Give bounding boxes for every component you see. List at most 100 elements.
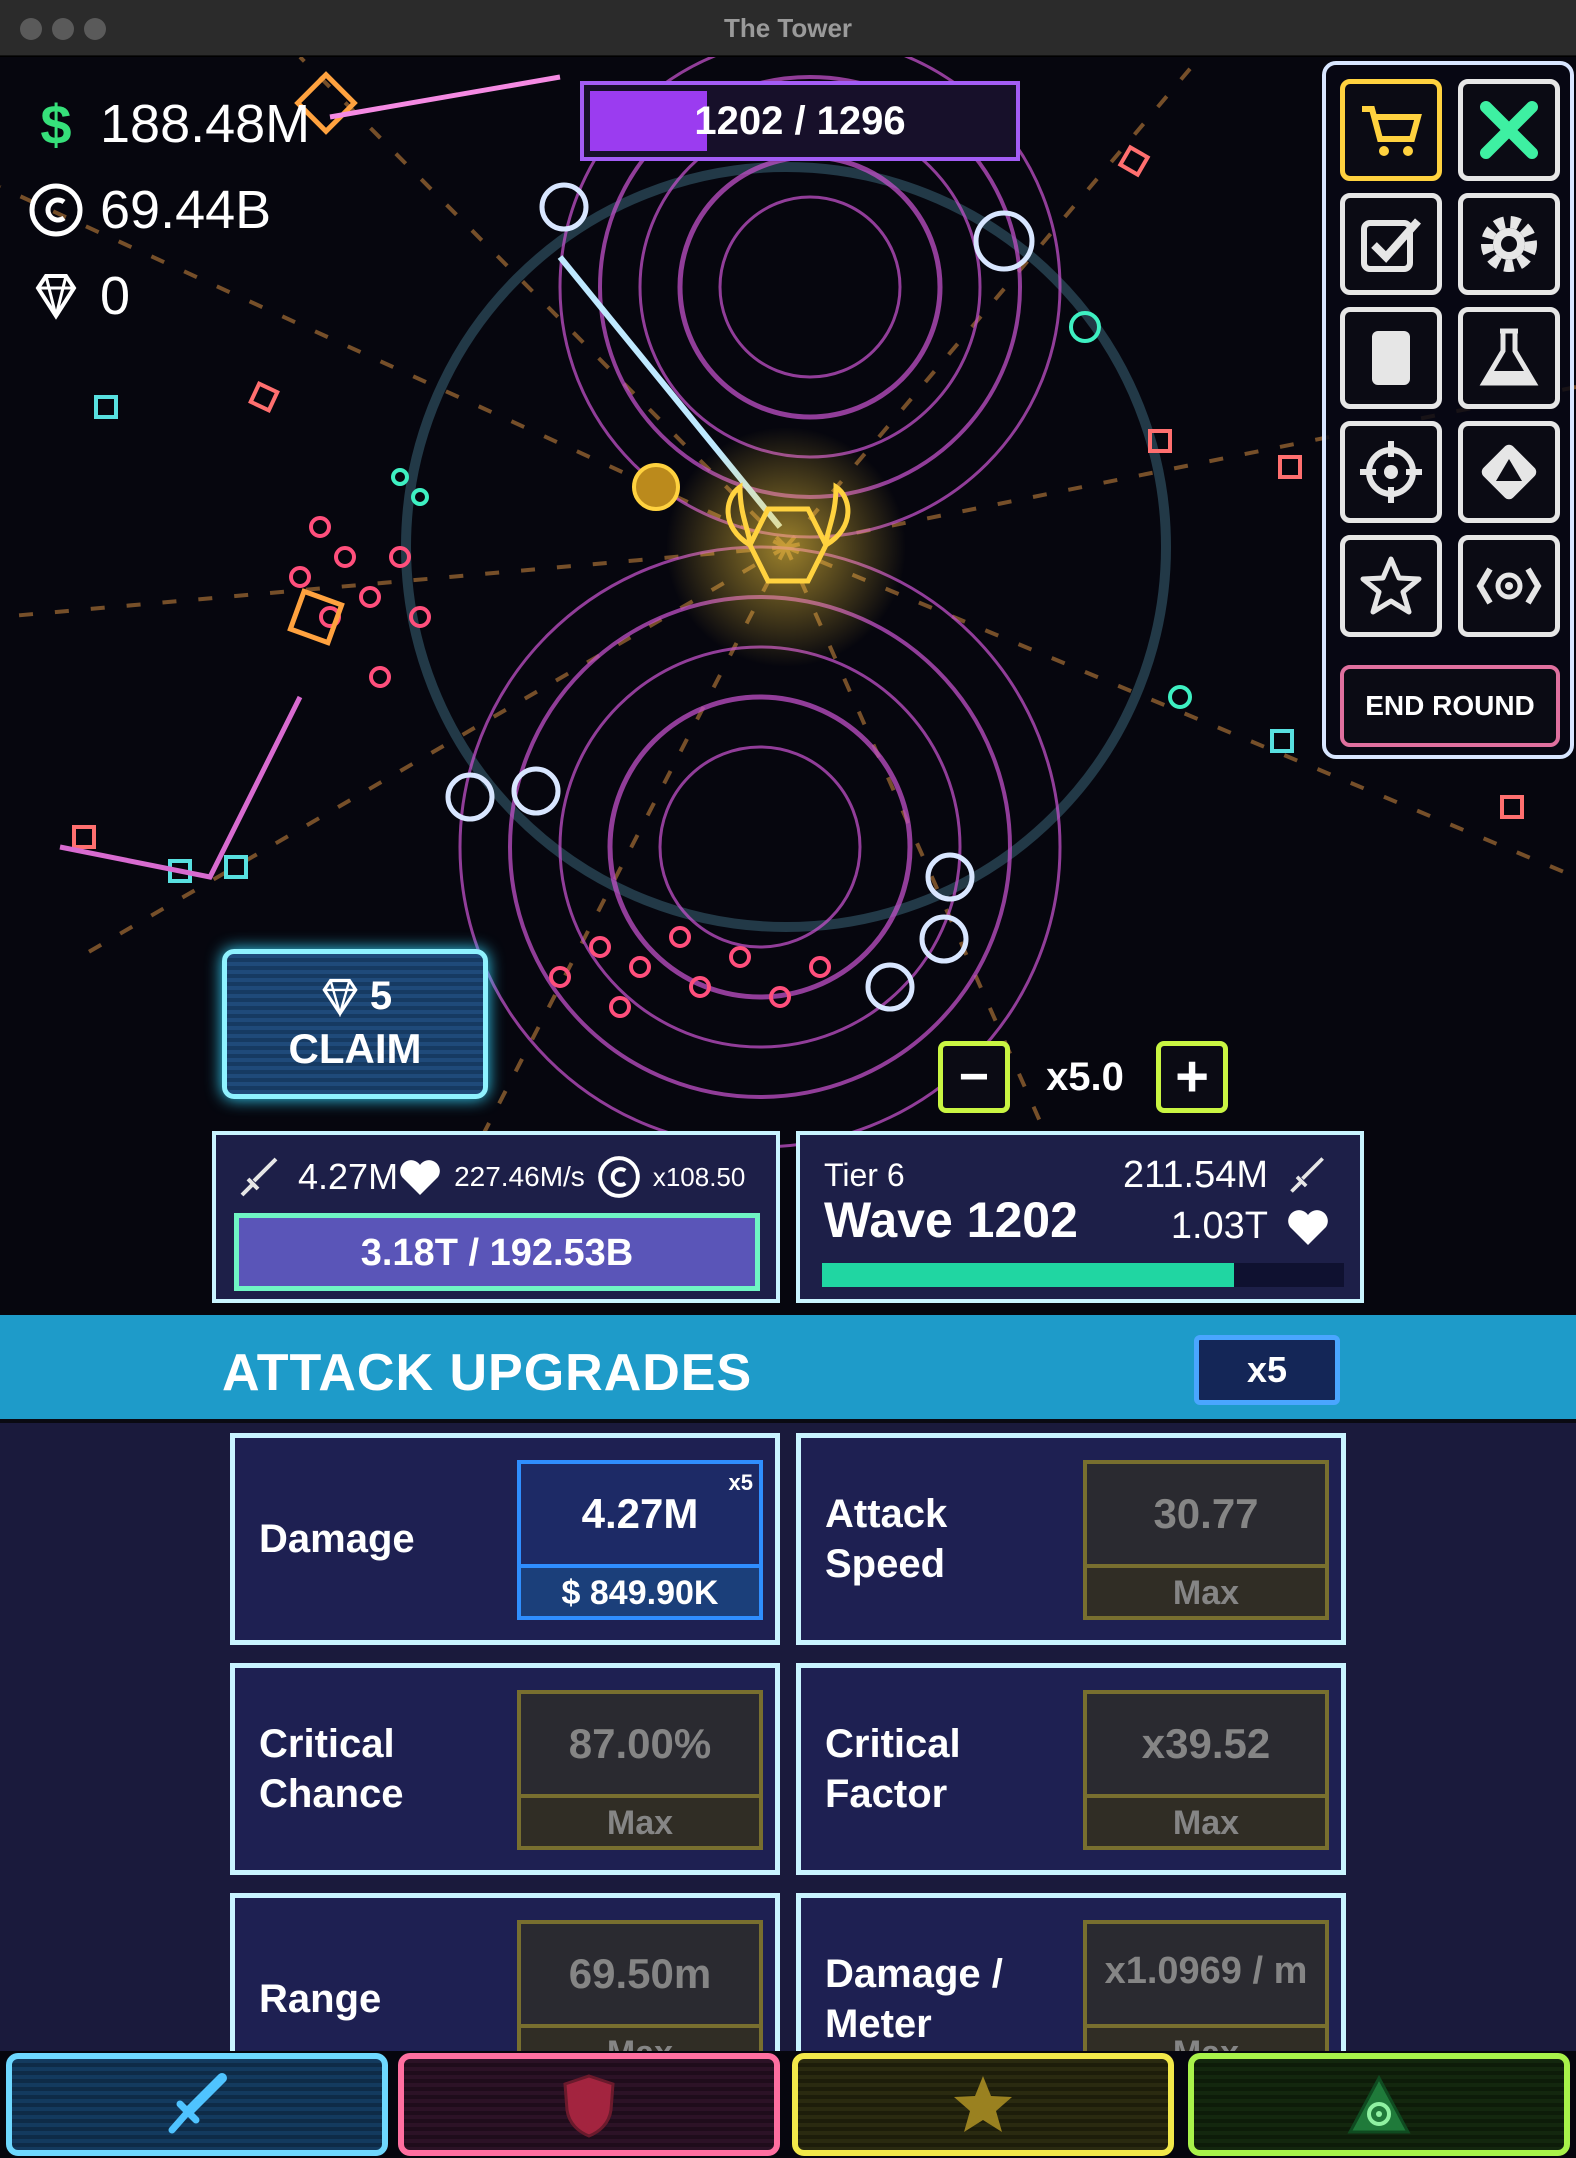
coin-bonus: x108.50 [652,1161,746,1192]
shop-cart-icon [1362,106,1422,156]
ultimate-weapons-button[interactable] [1458,535,1560,637]
tower-health-bar: 3.18T / 192.53B [234,1213,760,1291]
close-icon [1480,101,1538,159]
buy-multiplier-button[interactable]: x5 [1194,1335,1340,1405]
upgrade-cost: Max [1087,1794,1325,1846]
enemy-damage-value: 211.54M [1122,1153,1268,1196]
minus-icon: − [958,1048,990,1106]
close-game-button[interactable] [1458,79,1560,181]
game-field[interactable]: $ 188.48M 69.44B 0 1202 / 1296 END ROUND… [0,57,1576,1315]
dollar-icon: $ [40,92,72,156]
sword-icon [168,2072,227,2133]
modules-button[interactable] [1458,421,1560,523]
upgrade-card-attack-speed: Attack Speed 30.77 Max [796,1433,1346,1645]
gems-value: 0 [100,266,131,326]
coins-display: 69.44B [28,179,271,241]
sword-icon [240,1157,278,1197]
module-diamond-icon [1481,444,1537,500]
heart-icon [400,1160,440,1195]
upgrade-value: x39.52 [1141,1720,1271,1767]
upgrade-name: Damage / Meter [825,1952,1003,2046]
claim-label: CLAIM [288,1025,422,1072]
upgrade-buy-button[interactable]: 87.00% Max [517,1690,763,1850]
upgrade-buy-button[interactable]: 30.77 Max [1083,1460,1329,1620]
tier-label: Tier 6 [824,1157,905,1193]
speed-decrease-button[interactable]: − [938,1041,1010,1113]
ultimate-weapon-icon [1476,567,1542,605]
upgrade-buy-button[interactable]: x39.52 Max [1083,1690,1329,1850]
upgrade-buy-button[interactable]: x5 4.27M $ 849.90K [517,1460,763,1620]
wave-progress-text: 1202 / 1296 [694,99,906,143]
claim-gem-count: 5 [369,974,393,1018]
missions-button[interactable] [1340,193,1442,295]
upgrades-title: ATTACK UPGRADES [222,1344,753,1402]
upgrade-value: 87.00% [568,1720,712,1767]
cash-display: $ 188.48M [28,92,311,156]
perks-button[interactable] [1340,535,1442,637]
wave-number: Wave 1202 [824,1192,1078,1248]
lab-flask-icon [1479,328,1539,386]
upgrade-value: x1.0969 / m [1104,1950,1308,1992]
speed-increase-button[interactable]: + [1156,1041,1228,1113]
wave-info-panel: Tier 6 Wave 1202 211.54M 1.03T [796,1131,1364,1303]
upgrade-card-range: Range 69.50m Max [230,1893,780,2051]
gem-icon [322,978,358,1017]
upgrade-buy-button[interactable]: 69.50m Max [517,1920,763,2051]
gem-icon [28,268,84,324]
cards-icon [1372,331,1410,385]
upgrade-cost: Max [1087,2024,1325,2051]
coin-icon [28,182,84,238]
upgrades-list[interactable]: Damage x5 4.27M $ 849.90K Attack Speed 3… [0,1423,1576,2051]
enemy-health: 1.03T [1171,1205,1330,1248]
tower-regen: 227.46M/s [454,1161,585,1192]
cards-button[interactable] [1340,307,1442,409]
wave-timer-fill [822,1263,1235,1287]
upgrade-name: Attack Speed [825,1492,948,1586]
upgrade-name: Critical Factor [825,1722,961,1816]
tab-attack[interactable] [6,2053,388,2156]
upgrade-cost: $ 849.90K [521,1564,759,1616]
tab-utility[interactable] [792,2053,1174,2156]
window-title: The Tower [723,13,853,43]
upgrade-name: Range [259,1977,382,2021]
upgrade-cost: Max [521,1794,759,1846]
upgrade-card-damage: Damage x5 4.27M $ 849.90K [230,1433,780,1645]
tower-health-text: 3.18T / 192.53B [360,1232,634,1274]
eye-pyramid-icon [1347,2074,1411,2133]
shop-button[interactable] [1340,79,1442,181]
missions-checkbox-icon [1361,218,1421,272]
heart-icon [1288,1209,1328,1245]
tower-stats-panel: 4.27M 227.46M/s x108.50 3.18T / 192.53B [212,1131,780,1303]
settings-button[interactable] [1458,193,1560,295]
upgrade-value: 30.77 [1153,1490,1259,1537]
cash-value: 188.48M [100,94,311,154]
upgrade-value: 69.50m [568,1950,712,1997]
end-round-button[interactable]: END ROUND [1340,665,1560,747]
upgrades-header: ATTACK UPGRADES x5 [0,1315,1576,1423]
upgrade-name: Critical Chance [259,1722,404,1816]
gems-display: 0 [28,265,130,327]
coin-icon [597,1156,640,1198]
upgrade-cost: Max [521,2024,759,2051]
wave-timer-bar [822,1263,1344,1287]
shield-icon [563,2073,615,2138]
menu-panel: END ROUND [1322,61,1574,759]
target-icon [1360,441,1422,503]
upgrade-buy-button[interactable]: x1.0969 / m Max [1083,1920,1329,2051]
upgrade-cost: Max [1087,1564,1325,1616]
lab-button[interactable] [1458,307,1560,409]
settings-gear-icon [1481,216,1537,272]
category-tabs [0,2051,1576,2158]
window-titlebar: The Tower [0,0,1576,56]
enemy-damage: 211.54M [1123,1153,1330,1197]
tab-defense[interactable] [398,2053,780,2156]
target-button[interactable] [1340,421,1442,523]
game-speed-value: x5.0 [1046,1055,1124,1099]
star-icon [954,2075,1012,2132]
upgrade-name: Damage [259,1517,415,1561]
claim-gems-button[interactable]: 5 CLAIM [222,949,488,1099]
tab-ultimate[interactable] [1188,2053,1570,2156]
upgrade-card-critical-factor: Critical Factor x39.52 Max [796,1663,1346,1875]
tower-damage: 4.27M [298,1156,399,1197]
wave-progress-bar: 1202 / 1296 [580,81,1020,161]
